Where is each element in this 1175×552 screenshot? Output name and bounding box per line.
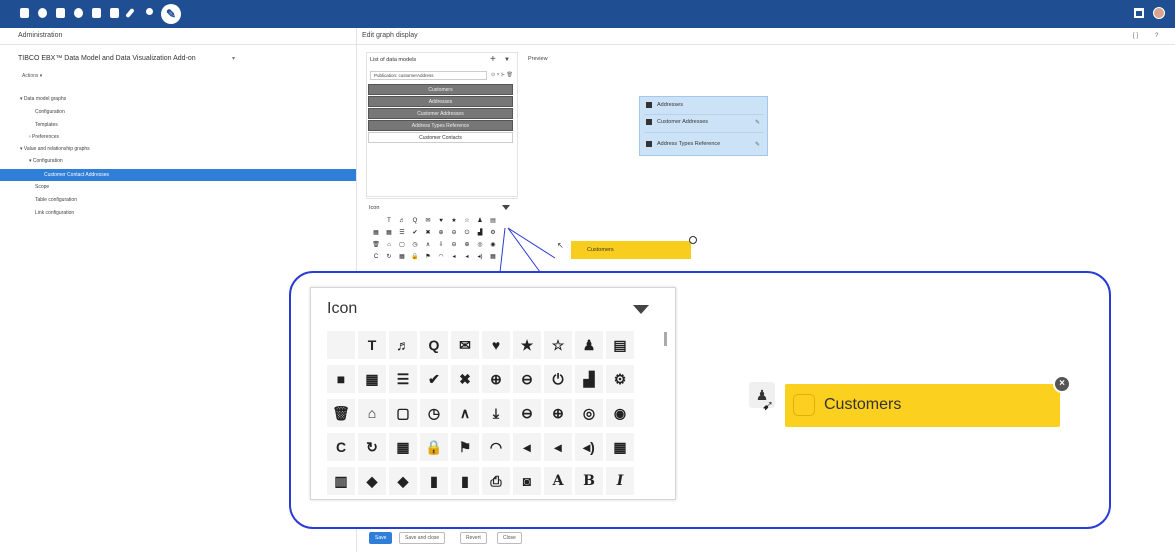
icon-option[interactable]: ▟ [575,365,603,393]
icon-option[interactable]: ☆ [544,331,572,359]
icon-option[interactable]: C [327,433,355,461]
icon-option[interactable]: ✔ [420,365,448,393]
cursor-icon: ➹ [762,397,774,413]
icon-option[interactable]: ▮ [420,467,448,495]
icon-option[interactable]: ✉ [451,331,479,359]
icon-option[interactable]: ▮ [451,467,479,495]
icon-option[interactable]: ◆ [358,467,386,495]
icon-option[interactable]: ∧ [451,399,479,427]
icon-option[interactable]: ☰ [389,365,417,393]
save-button[interactable]: Save [369,532,393,544]
icon-option[interactable]: ◂ [544,433,572,461]
icon-option[interactable]: ♟ [575,331,603,359]
icon-option[interactable]: 🗑 [327,399,355,427]
icon-option[interactable]: ⊕ [544,399,572,427]
icon-option[interactable]: ⏻ [544,365,572,393]
icon-option[interactable]: ◉ [606,399,634,427]
icon-option[interactable]: ⊖ [513,399,541,427]
scrollbar[interactable] [664,332,667,346]
icon-panel-zoomed: Icon T ♬ Q ✉ ♥ ★ ☆ ♟ ▤ ■ ▦ ☰ ✔ ✖ ⊕ ⊖ ⏻ ▟ ⚙ 🗑 ⌂ ▢ ◷ ∧ ⤓ ⊖ ⊕ ◎ ◉ C ↻ ▦ 🔒 ⚑ ◠… [310,287,676,500]
close-button[interactable]: Close [497,532,522,544]
icon-option[interactable]: ⤓ [482,399,510,427]
icon-option[interactable]: ⚑ [451,433,479,461]
icon-option[interactable]: I [606,467,634,495]
customers-node-label: Customers [824,396,902,413]
icon-option[interactable]: ▢ [389,399,417,427]
icon-option[interactable]: ✖ [451,365,479,393]
icon-option[interactable]: ↻ [358,433,386,461]
icon-option[interactable]: ⊖ [513,365,541,393]
icon-option[interactable]: ▥ [327,467,355,495]
icon-option[interactable] [327,331,355,359]
icon-option[interactable]: ⌂ [358,399,386,427]
icon-option[interactable]: Q [420,331,448,359]
icon-option[interactable]: ⊕ [482,365,510,393]
revert-button[interactable]: Revert [460,532,487,544]
icon-option[interactable]: ♬ [389,331,417,359]
icon-option[interactable]: ⚙ [606,365,634,393]
icon-option[interactable]: ★ [513,331,541,359]
icon-option[interactable]: ◂) [575,433,603,461]
close-icon[interactable]: × [1053,375,1071,393]
icon-option[interactable]: ▦ [606,433,634,461]
icon-grid-zoomed: T ♬ Q ✉ ♥ ★ ☆ ♟ ▤ ■ ▦ ☰ ✔ ✖ ⊕ ⊖ ⏻ ▟ ⚙ 🗑 ⌂ ▢ ◷ ∧ ⤓ ⊖ ⊕ ◎ ◉ C ↻ ▦ 🔒 ⚑ ◠ ◂ ◂ ◂) ▦… [327,331,634,495]
icon-option[interactable]: ◆ [389,467,417,495]
icon-option[interactable]: ◎ [575,399,603,427]
icon-option[interactable]: ⎙ [482,467,510,495]
icon-option[interactable]: ◙ [513,467,541,495]
icon-option[interactable]: ◠ [482,433,510,461]
save-and-close-button[interactable]: Save and close [399,532,446,544]
icon-option[interactable]: ♥ [482,331,510,359]
icon-option[interactable]: B [575,467,603,495]
icon-option[interactable]: ◷ [420,399,448,427]
icon-option[interactable]: T [358,331,386,359]
icon-panel-title: Icon [327,300,358,317]
icon-option[interactable]: ▤ [606,331,634,359]
icon-placeholder[interactable] [793,394,815,416]
icon-option[interactable]: ▦ [358,365,386,393]
icon-option[interactable]: 🔒 [420,433,448,461]
icon-option[interactable]: ■ [327,365,355,393]
icon-option[interactable]: ◂ [513,433,541,461]
icon-option[interactable]: A [544,467,572,495]
collapse-triangle-icon[interactable] [633,305,649,314]
icon-option[interactable]: ▦ [389,433,417,461]
